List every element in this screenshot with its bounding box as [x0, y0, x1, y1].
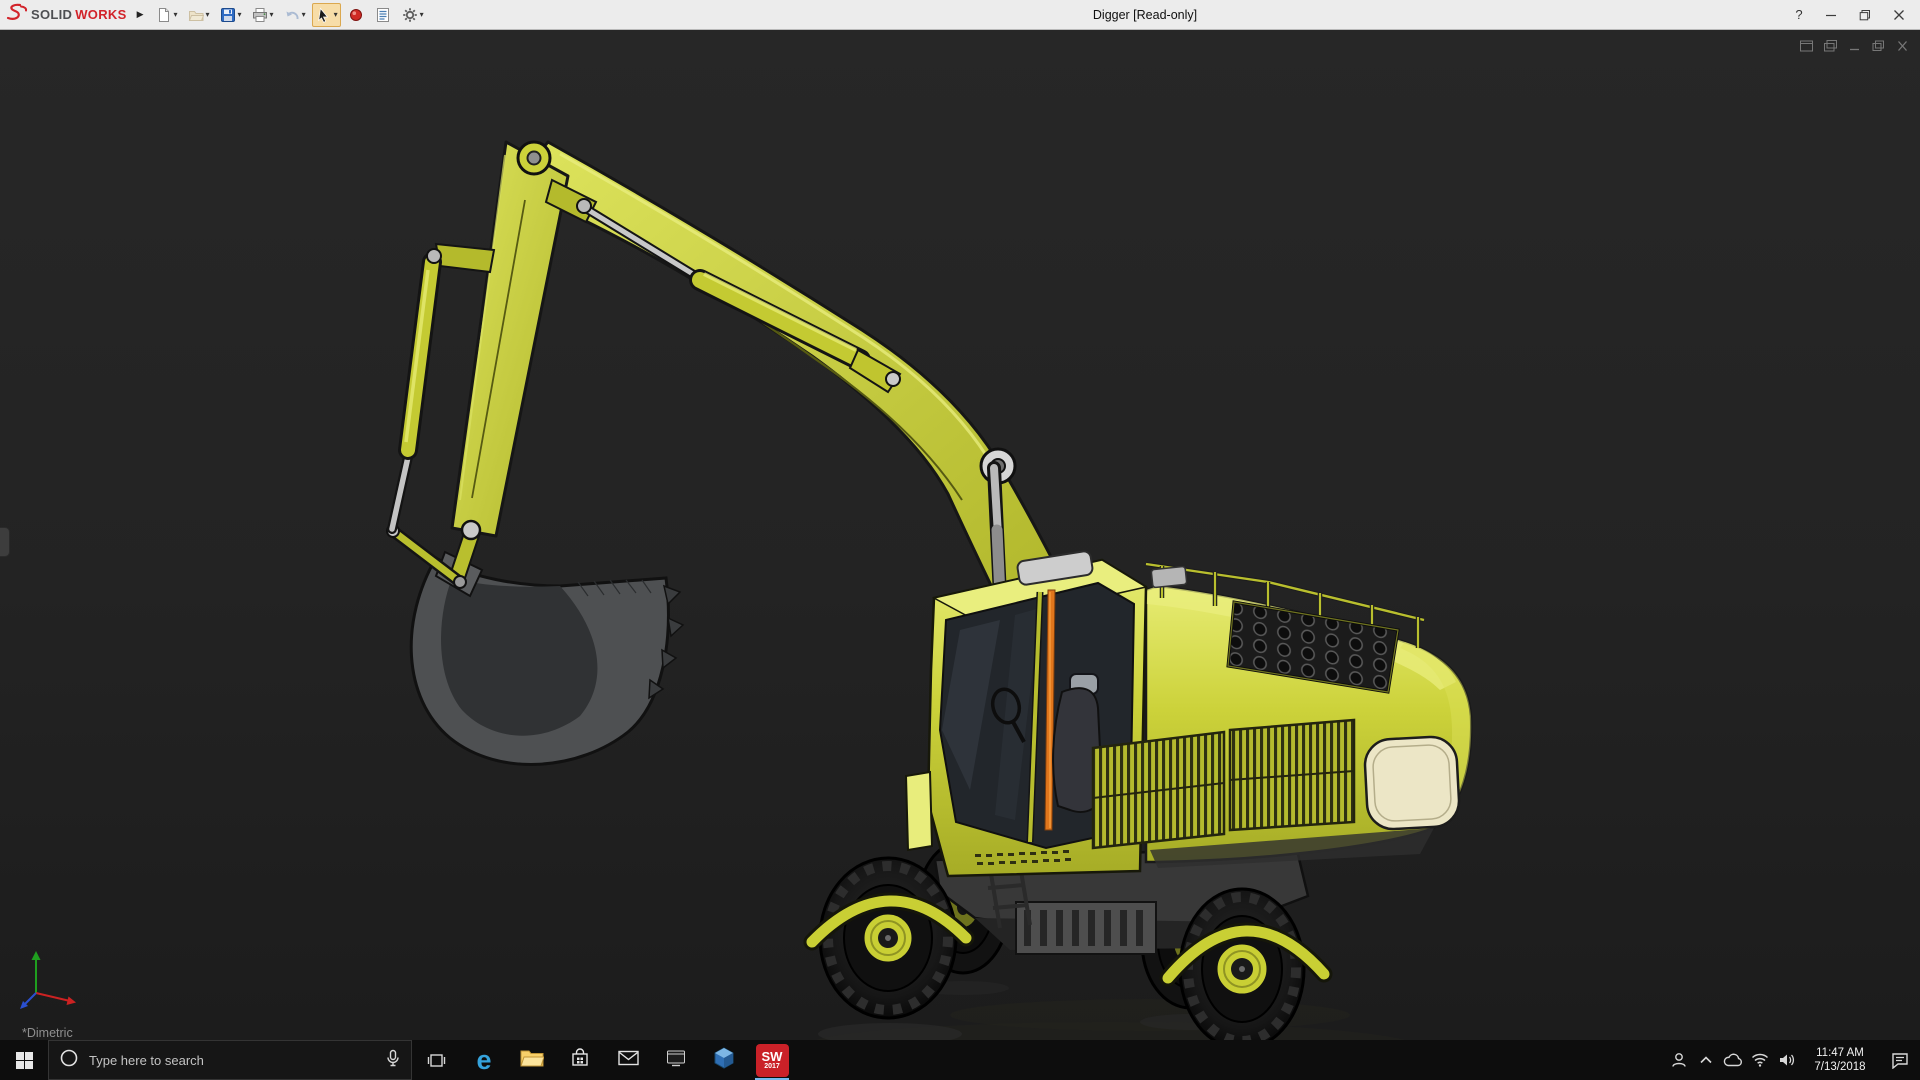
menu-expand-arrow[interactable]: ▶: [137, 9, 144, 20]
help-button[interactable]: ?: [1786, 7, 1812, 22]
start-button[interactable]: [0, 1040, 48, 1080]
titlebar: SOLID WORKS ▶ ▾ ▾ ▾ ▾ ▾ ▾ ▾ Digger [Read…: [0, 0, 1920, 30]
taskbar-app-solidworks-2017[interactable]: SW 2017: [748, 1040, 796, 1080]
graphics-area[interactable]: *Dimetric: [0, 30, 1920, 1040]
undo-button[interactable]: [283, 6, 301, 24]
logo-text-solid: SOLID: [31, 7, 73, 22]
dropdown-caret[interactable]: ▾: [302, 10, 306, 19]
taskbar-search[interactable]: Type here to search: [48, 1040, 412, 1080]
rebuild-button[interactable]: [347, 6, 365, 24]
media-window-icon: [666, 1049, 686, 1072]
options-gear-button[interactable]: [401, 6, 419, 24]
taskbar-app-media[interactable]: [652, 1040, 700, 1080]
deck-box: [1150, 565, 1188, 589]
new-window-icon[interactable]: [1798, 38, 1814, 53]
close-button[interactable]: [1884, 2, 1914, 28]
open-button[interactable]: [187, 6, 205, 24]
solidworks-logo: SOLID WORKS: [6, 3, 127, 26]
restore-button[interactable]: [1850, 2, 1880, 28]
clock-date: 7/13/2018: [1814, 1061, 1866, 1073]
document-window-controls: [1798, 38, 1910, 53]
taskbar-app-edrawings[interactable]: [700, 1040, 748, 1080]
solidworks-2017-icon: SW 2017: [755, 1043, 789, 1077]
feature-tree-collapsed-tab[interactable]: [0, 527, 10, 557]
solidworks-logo-icon: [6, 3, 28, 26]
volume-icon[interactable]: [1773, 1040, 1800, 1080]
people-button[interactable]: [1665, 1040, 1692, 1080]
view-orientation-label: *Dimetric: [22, 1026, 73, 1040]
onedrive-cloud-icon[interactable]: [1719, 1040, 1746, 1080]
file-explorer-icon: [520, 1048, 545, 1073]
network-wifi-icon[interactable]: [1746, 1040, 1773, 1080]
hidden-icons-chevron[interactable]: [1692, 1040, 1719, 1080]
file-properties-button[interactable]: [374, 6, 392, 24]
taskbar-app-mail[interactable]: [604, 1040, 652, 1080]
document-title: Digger [Read-only]: [1092, 7, 1198, 22]
task-view-button[interactable]: [412, 1040, 460, 1080]
rear-panel: [1363, 735, 1461, 831]
logo-text-works: WORKS: [75, 7, 127, 22]
minimize-doc-icon[interactable]: [1846, 38, 1862, 53]
dropdown-caret[interactable]: ▾: [334, 10, 338, 19]
select-tool-group: ▾: [311, 2, 341, 27]
cube-icon: [713, 1046, 735, 1074]
select-arrow-button[interactable]: [315, 6, 333, 24]
dropdown-caret[interactable]: ▾: [206, 10, 210, 19]
clock-time: 11:47 AM: [1816, 1047, 1864, 1059]
wheel-rear-near: [1178, 887, 1306, 1040]
mail-icon: [617, 1050, 639, 1071]
cascade-windows-icon[interactable]: [1822, 38, 1838, 53]
minimize-button[interactable]: [1816, 2, 1846, 28]
taskbar-app-file-explorer[interactable]: [508, 1040, 556, 1080]
taskbar-clock[interactable]: 11:47 AM 7/13/2018: [1800, 1040, 1880, 1080]
action-center-button[interactable]: [1880, 1040, 1920, 1080]
restore-doc-icon[interactable]: [1870, 38, 1886, 53]
wheel-front-near: [818, 856, 958, 1020]
search-placeholder: Type here to search: [89, 1052, 204, 1068]
taskbar-app-store[interactable]: [556, 1040, 604, 1080]
save-button[interactable]: [219, 6, 237, 24]
boom-lift-cylinder: [987, 461, 1007, 603]
viewport-canvas[interactable]: [0, 30, 1920, 1040]
taskbar: Type here to search e SW 2017 11:47 AM 7…: [0, 1040, 1920, 1080]
new-document-button[interactable]: [155, 6, 173, 24]
dropdown-caret[interactable]: ▾: [270, 10, 274, 19]
close-doc-icon[interactable]: [1894, 38, 1910, 53]
cortana-icon: [59, 1048, 79, 1073]
microphone-icon[interactable]: [385, 1049, 401, 1072]
store-icon: [570, 1047, 590, 1073]
quick-access-toolbar: ▾ ▾ ▾ ▾ ▾ ▾ ▾: [152, 2, 427, 27]
print-button[interactable]: [251, 6, 269, 24]
reference-triad: [18, 939, 82, 1016]
dropdown-caret[interactable]: ▾: [238, 10, 242, 19]
taskbar-app-edge[interactable]: e: [460, 1040, 508, 1080]
dropdown-caret[interactable]: ▾: [420, 10, 424, 19]
edge-icon: e: [476, 1044, 492, 1075]
dropdown-caret[interactable]: ▾: [174, 10, 178, 19]
